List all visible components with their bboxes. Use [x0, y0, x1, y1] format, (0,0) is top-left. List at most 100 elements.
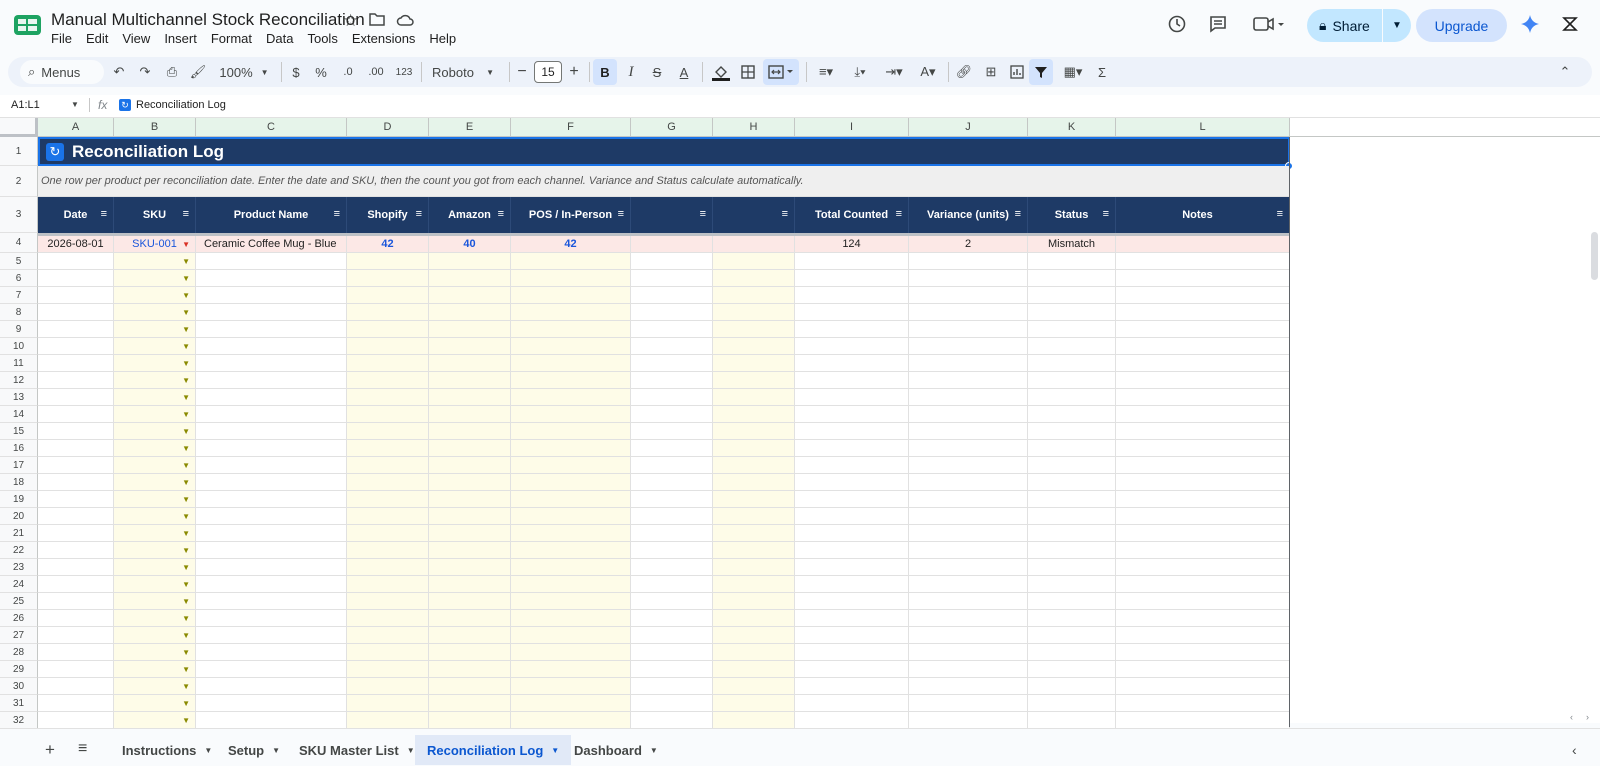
table-cell[interactable] — [1028, 644, 1116, 661]
table-cell[interactable] — [196, 389, 347, 406]
table-cell[interactable] — [38, 559, 114, 576]
table-cell[interactable]: ▼ — [114, 372, 196, 389]
table-cell[interactable] — [429, 440, 511, 457]
dropdown-arrow-icon[interactable]: ▼ — [182, 240, 190, 249]
dropdown-arrow-icon[interactable]: ▼ — [182, 563, 190, 572]
row-header[interactable]: 32 — [0, 712, 38, 729]
share-dropdown-icon[interactable]: ▼ — [1383, 20, 1411, 31]
tab-dashboard[interactable]: Dashboard ▼ — [574, 738, 658, 762]
table-cell[interactable] — [795, 508, 909, 525]
table-cell[interactable] — [1028, 440, 1116, 457]
table-cell[interactable] — [196, 287, 347, 304]
table-cell[interactable] — [511, 474, 631, 491]
table-cell[interactable]: ▼ — [114, 270, 196, 287]
table-cell[interactable] — [713, 338, 795, 355]
table-cell[interactable] — [1116, 406, 1290, 423]
table-cell[interactable] — [429, 610, 511, 627]
table-cell[interactable] — [631, 440, 713, 457]
row-header[interactable]: 10 — [0, 338, 38, 355]
filter-icon[interactable]: ≡ — [334, 208, 340, 220]
table-cell[interactable] — [38, 440, 114, 457]
table-cell[interactable] — [713, 270, 795, 287]
font-select[interactable]: Roboto ▼ — [428, 57, 498, 87]
table-cell[interactable] — [713, 321, 795, 338]
tab-setup[interactable]: Setup ▼ — [228, 738, 280, 762]
comments-icon[interactable] — [1208, 14, 1228, 39]
all-sheets-icon[interactable]: ≡ — [78, 740, 87, 758]
table-cell[interactable] — [511, 304, 631, 321]
column-title[interactable]: Product Name ≡ — [196, 197, 347, 233]
dropdown-arrow-icon[interactable]: ▼ — [182, 682, 190, 691]
table-cell[interactable] — [347, 559, 429, 576]
table-cell[interactable] — [909, 338, 1028, 355]
table-cell[interactable] — [511, 287, 631, 304]
table-cell[interactable] — [909, 593, 1028, 610]
table-cell[interactable] — [347, 712, 429, 729]
table-cell[interactable] — [196, 253, 347, 270]
table-cell[interactable] — [1028, 406, 1116, 423]
table-cell[interactable] — [1028, 372, 1116, 389]
table-cell[interactable] — [511, 321, 631, 338]
table-cell[interactable] — [1028, 474, 1116, 491]
table-cell[interactable] — [631, 491, 713, 508]
table-cell[interactable] — [429, 321, 511, 338]
table-cell[interactable] — [713, 372, 795, 389]
table-cell[interactable] — [38, 491, 114, 508]
table-cell[interactable] — [713, 559, 795, 576]
row-header[interactable]: 30 — [0, 678, 38, 695]
table-cell[interactable] — [909, 508, 1028, 525]
table-cell[interactable]: ▼ — [114, 542, 196, 559]
table-cell[interactable] — [1116, 338, 1290, 355]
dropdown-arrow-icon[interactable]: ▼ — [182, 580, 190, 589]
table-cell[interactable] — [196, 525, 347, 542]
dropdown-arrow-icon[interactable]: ▼ — [182, 478, 190, 487]
table-cell[interactable] — [1028, 508, 1116, 525]
table-cell[interactable] — [511, 559, 631, 576]
table-cell[interactable] — [1028, 389, 1116, 406]
table-cell[interactable]: Mismatch — [1028, 236, 1116, 253]
scroll-right-icon[interactable]: › — [1586, 712, 1589, 722]
table-cell[interactable] — [347, 644, 429, 661]
table-cell[interactable] — [196, 610, 347, 627]
table-cell[interactable] — [1028, 355, 1116, 372]
table-cell[interactable] — [196, 440, 347, 457]
table-cell[interactable] — [713, 304, 795, 321]
dropdown-arrow-icon[interactable]: ▼ — [182, 291, 190, 300]
table-cell[interactable] — [196, 491, 347, 508]
table-cell[interactable] — [347, 270, 429, 287]
table-cell[interactable] — [38, 304, 114, 321]
table-cell[interactable] — [631, 287, 713, 304]
table-cell[interactable] — [38, 593, 114, 610]
table-cell[interactable] — [631, 593, 713, 610]
italic-button[interactable]: I — [622, 57, 640, 87]
table-cell[interactable] — [713, 695, 795, 712]
filter-icon[interactable]: ≡ — [101, 208, 107, 220]
table-cell[interactable] — [347, 576, 429, 593]
table-cell[interactable] — [347, 508, 429, 525]
gemini-icon[interactable] — [1520, 14, 1540, 39]
table-cell[interactable] — [909, 270, 1028, 287]
row-header[interactable]: 21 — [0, 525, 38, 542]
table-cell[interactable] — [511, 491, 631, 508]
table-cell[interactable] — [1028, 593, 1116, 610]
dropdown-arrow-icon[interactable]: ▼ — [182, 444, 190, 453]
increase-decimal-button[interactable]: .00 — [365, 57, 387, 87]
fill-color-icon[interactable] — [710, 57, 732, 87]
insert-link-icon[interactable]: 🔗︎ — [953, 57, 975, 87]
table-cell[interactable] — [909, 695, 1028, 712]
row-header[interactable]: 12 — [0, 372, 38, 389]
table-cell[interactable] — [795, 593, 909, 610]
table-cell[interactable] — [1116, 593, 1290, 610]
horizontal-align-icon[interactable]: ≡▾ — [812, 57, 840, 87]
table-cell[interactable] — [38, 253, 114, 270]
vertical-align-icon[interactable]: ⤓▾ — [846, 57, 874, 87]
table-cell[interactable] — [1028, 627, 1116, 644]
table-cell[interactable] — [631, 253, 713, 270]
vertical-scrollbar[interactable] — [1591, 232, 1598, 280]
table-cell[interactable] — [1116, 627, 1290, 644]
row-header[interactable]: 11 — [0, 355, 38, 372]
table-cell[interactable] — [909, 355, 1028, 372]
table-cell[interactable] — [429, 457, 511, 474]
table-cell[interactable]: ▼ — [114, 525, 196, 542]
table-cell[interactable]: ▼ — [114, 712, 196, 729]
